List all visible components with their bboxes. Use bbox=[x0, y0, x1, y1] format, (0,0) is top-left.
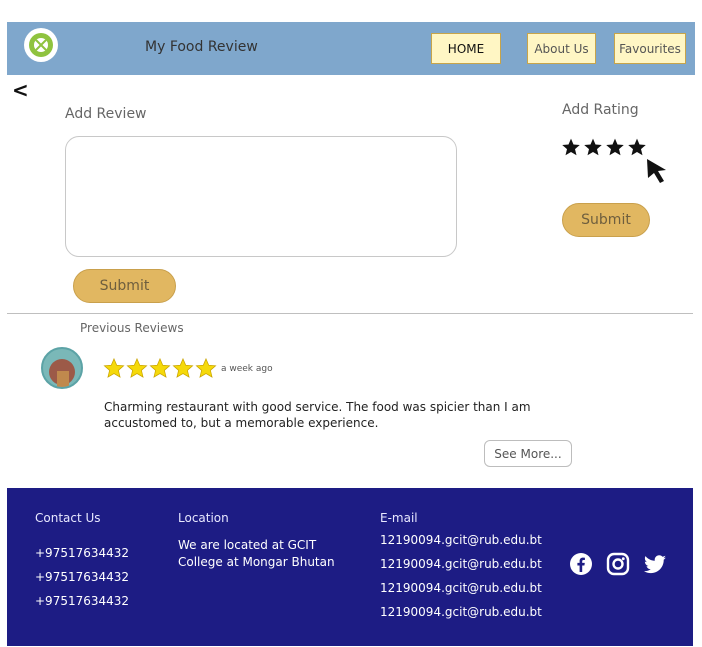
location-title: Location bbox=[178, 511, 229, 525]
header-bar: My Food Review HOME About Us Favourites bbox=[7, 22, 695, 75]
star-icon[interactable] bbox=[583, 137, 603, 157]
submit-review-button[interactable]: Submit bbox=[73, 269, 176, 303]
mouse-cursor-icon bbox=[647, 159, 666, 183]
see-more-button[interactable]: See More... bbox=[484, 440, 572, 467]
nav-favourites-button[interactable]: Favourites bbox=[614, 33, 686, 64]
email-address[interactable]: 12190094.gcit@rub.edu.bt bbox=[380, 581, 542, 595]
nav-home-button[interactable]: HOME bbox=[431, 33, 501, 64]
twitter-icon[interactable] bbox=[643, 552, 667, 576]
email-address[interactable]: 12190094.gcit@rub.edu.bt bbox=[380, 533, 542, 547]
location-line: College at Mongar Bhutan bbox=[178, 555, 335, 569]
review-star-rating bbox=[103, 357, 217, 379]
submit-rating-button[interactable]: Submit bbox=[562, 203, 650, 237]
star-icon bbox=[149, 357, 171, 378]
previous-reviews-label: Previous Reviews bbox=[80, 321, 184, 335]
section-divider bbox=[7, 313, 693, 314]
contact-phone[interactable]: +97517634432 bbox=[35, 570, 129, 584]
star-icon bbox=[172, 357, 194, 378]
review-text: Charming restaurant with good service. T… bbox=[104, 400, 531, 430]
star-icon bbox=[126, 357, 148, 378]
footer: Contact Us +97517634432 +97517634432 +97… bbox=[7, 488, 693, 646]
facebook-icon[interactable] bbox=[569, 552, 593, 576]
review-textarea[interactable] bbox=[65, 136, 457, 257]
add-review-label: Add Review bbox=[65, 106, 147, 122]
star-icon bbox=[103, 357, 125, 378]
logo[interactable] bbox=[24, 28, 58, 62]
email-title: E-mail bbox=[380, 511, 418, 525]
review-timestamp: a week ago bbox=[221, 364, 273, 374]
rating-star-selector[interactable] bbox=[561, 137, 647, 157]
instagram-icon[interactable] bbox=[606, 552, 630, 576]
avatar bbox=[41, 347, 83, 389]
email-address[interactable]: 12190094.gcit@rub.edu.bt bbox=[380, 605, 542, 619]
location-line: We are located at GCIT bbox=[178, 538, 317, 552]
contact-phone[interactable]: +97517634432 bbox=[35, 594, 129, 608]
email-address[interactable]: 12190094.gcit@rub.edu.bt bbox=[380, 557, 542, 571]
star-icon bbox=[195, 357, 217, 378]
contact-title: Contact Us bbox=[35, 511, 101, 525]
social-links bbox=[569, 552, 667, 576]
add-rating-label: Add Rating bbox=[562, 102, 639, 118]
star-icon[interactable] bbox=[627, 137, 647, 157]
nav-about-button[interactable]: About Us bbox=[527, 33, 596, 64]
fork-knife-icon bbox=[29, 33, 53, 57]
contact-phone[interactable]: +97517634432 bbox=[35, 546, 129, 560]
star-icon[interactable] bbox=[561, 137, 581, 157]
back-arrow-icon[interactable]: < bbox=[12, 78, 29, 102]
site-title: My Food Review bbox=[145, 39, 258, 55]
star-icon[interactable] bbox=[605, 137, 625, 157]
